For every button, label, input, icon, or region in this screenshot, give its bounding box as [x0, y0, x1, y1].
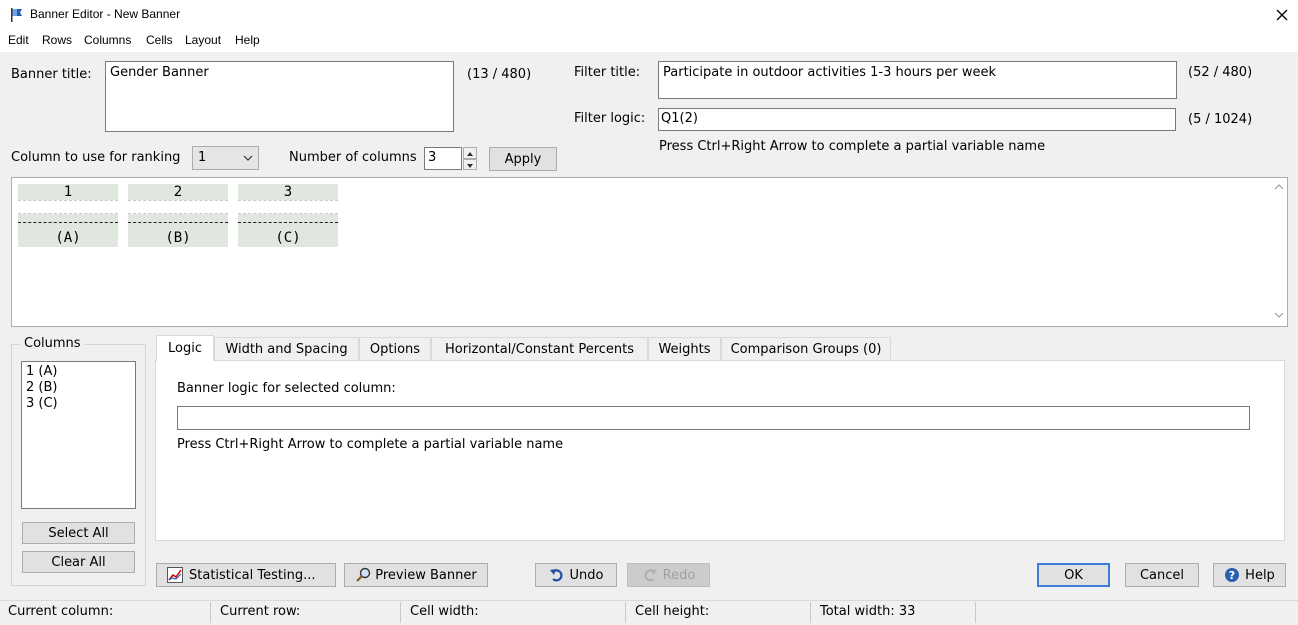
scroll-down-icon [1274, 312, 1284, 318]
filter-logic-hint: Press Ctrl+Right Arrow to complete a par… [659, 139, 1046, 154]
status-current-column: Current column: [8, 604, 114, 619]
preview-column-letter: (A) [55, 230, 81, 246]
statistical-testing-button[interactable]: Statistical Testing... [156, 563, 336, 587]
statistical-testing-label: Statistical Testing... [189, 567, 316, 583]
columns-group-title: Columns [20, 336, 85, 351]
banner-title-input[interactable]: Gender Banner [105, 61, 454, 132]
preview-banner-label: Preview Banner [375, 567, 477, 583]
filter-logic-input[interactable]: Q1(2) [658, 108, 1176, 131]
undo-label: Undo [569, 567, 604, 583]
filter-logic-count: (5 / 1024) [1188, 112, 1253, 127]
num-columns-label: Number of columns [289, 150, 417, 165]
status-current-row: Current row: [220, 604, 301, 619]
redo-icon [644, 569, 657, 582]
help-label: Help [1245, 567, 1275, 583]
filter-title-label: Filter title: [574, 65, 641, 80]
chart-icon [167, 567, 183, 583]
menu-edit[interactable]: Edit [8, 33, 29, 47]
tab-logic[interactable]: Logic [156, 335, 214, 361]
status-divider [975, 602, 976, 623]
clear-all-button[interactable]: Clear All [22, 551, 135, 573]
menu-layout[interactable]: Layout [185, 33, 221, 47]
apply-button[interactable]: Apply [489, 147, 557, 171]
preview-column-b[interactable]: 2 (B) [128, 184, 228, 247]
ranking-select-value: 1 [198, 150, 207, 165]
ok-button[interactable]: OK [1037, 563, 1110, 587]
status-divider [625, 602, 626, 623]
menu-columns[interactable]: Columns [84, 33, 131, 47]
tab-width-spacing[interactable]: Width and Spacing [214, 337, 359, 360]
scroll-up-icon [1274, 184, 1284, 190]
redo-label: Redo [662, 567, 696, 583]
banner-title-label: Banner title: [11, 67, 92, 82]
list-item[interactable]: 1 (A) [26, 364, 57, 379]
preview-column-spacer [238, 200, 338, 214]
list-item[interactable]: 3 (C) [26, 396, 58, 411]
preview-column-number: 2 [173, 184, 183, 200]
filter-title-count: (52 / 480) [1188, 65, 1253, 80]
list-item[interactable]: 2 (B) [26, 380, 57, 395]
filter-title-input[interactable]: Participate in outdoor activities 1-3 ho… [658, 61, 1177, 99]
tab-comparison-groups[interactable]: Comparison Groups (0) [721, 337, 891, 360]
chevron-down-icon [243, 155, 253, 161]
preview-banner-button[interactable]: Preview Banner [344, 563, 488, 587]
select-all-button[interactable]: Select All [22, 522, 135, 544]
undo-icon [549, 569, 563, 582]
status-cell-height: Cell height: [635, 604, 710, 619]
preview-column-spacer [128, 200, 228, 214]
close-icon [1276, 9, 1288, 21]
tab-options[interactable]: Options [359, 337, 431, 360]
status-divider [210, 602, 211, 623]
status-total-width: Total width: 33 [820, 604, 916, 619]
banner-logic-input[interactable] [177, 406, 1250, 430]
help-icon: ? [1225, 568, 1240, 582]
magnifier-icon [356, 567, 371, 582]
preview-column-c[interactable]: 3 (C) [238, 184, 338, 247]
status-divider [400, 602, 401, 623]
spin-up-icon [467, 152, 473, 156]
help-button[interactable]: ? Help [1213, 563, 1286, 587]
banner-logic-hint: Press Ctrl+Right Arrow to complete a par… [177, 437, 564, 452]
cancel-button[interactable]: Cancel [1125, 563, 1199, 587]
spin-up-button[interactable] [463, 147, 477, 159]
close-button[interactable] [1266, 2, 1298, 28]
window-title: Banner Editor - New Banner [30, 7, 181, 21]
num-columns-input[interactable]: 3 [424, 147, 462, 170]
preview-column-letter: (B) [165, 230, 191, 246]
preview-column-underline [18, 222, 118, 223]
banner-logic-label: Banner logic for selected column: [177, 381, 396, 396]
status-divider [810, 602, 811, 623]
tab-horizontal-percents[interactable]: Horizontal/Constant Percents [431, 337, 648, 360]
title-bar [0, 0, 1298, 30]
preview-scrollbar[interactable] [1271, 178, 1287, 326]
columns-listbox[interactable]: 1 (A) 2 (B) 3 (C) [21, 361, 136, 509]
status-cell-width: Cell width: [410, 604, 479, 619]
menu-rows[interactable]: Rows [42, 33, 72, 47]
banner-title-count: (13 / 480) [467, 67, 532, 82]
preview-column-a[interactable]: 1 (A) [18, 184, 118, 247]
filter-logic-label: Filter logic: [574, 111, 646, 126]
preview-column-number: 1 [63, 184, 73, 200]
undo-button[interactable]: Undo [535, 563, 617, 587]
preview-column-underline [128, 222, 228, 223]
preview-column-number: 3 [283, 184, 293, 200]
redo-button[interactable]: Redo [627, 563, 710, 587]
app-flag-icon [9, 7, 25, 23]
menu-cells[interactable]: Cells [146, 33, 173, 47]
menu-help[interactable]: Help [235, 33, 260, 47]
spin-down-button[interactable] [463, 159, 477, 170]
ranking-label: Column to use for ranking [11, 150, 181, 165]
preview-column-underline [238, 222, 338, 223]
preview-column-letter: (C) [275, 230, 301, 246]
ranking-select[interactable]: 1 [192, 146, 259, 170]
preview-column-spacer [18, 200, 118, 214]
svg-text:?: ? [1229, 569, 1235, 582]
tab-weights[interactable]: Weights [648, 337, 721, 360]
spin-down-icon [467, 164, 473, 168]
